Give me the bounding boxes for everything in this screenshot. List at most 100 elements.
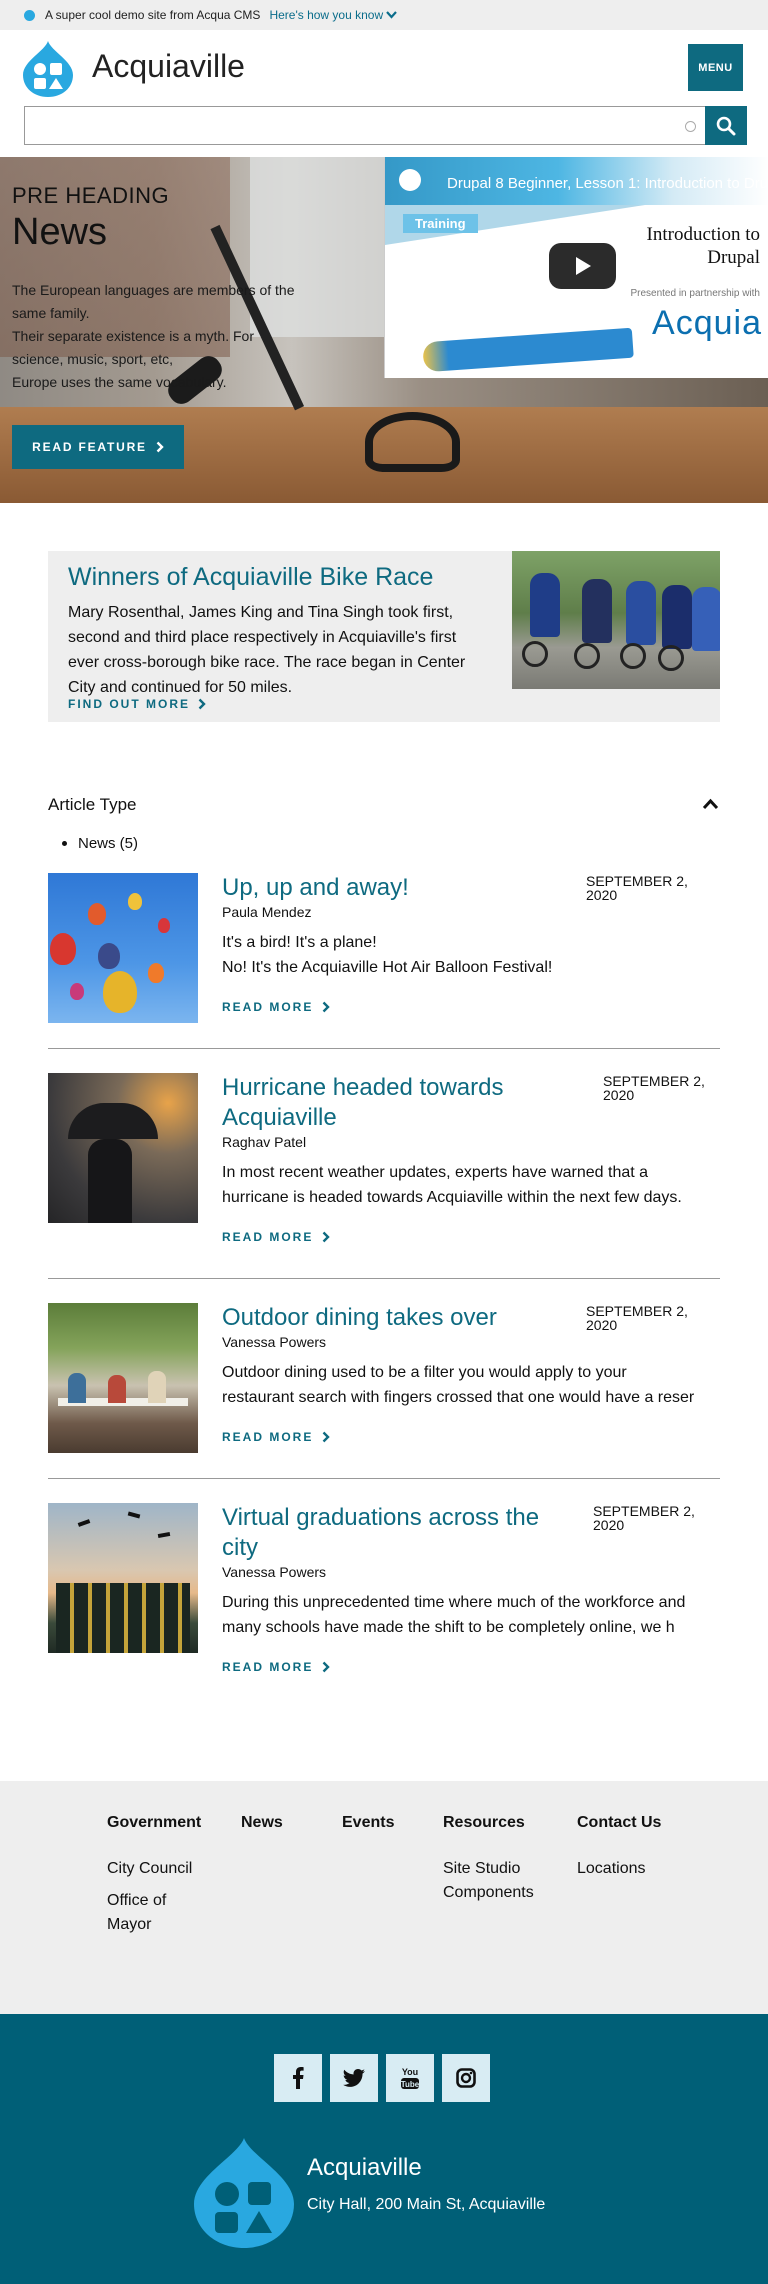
footer-heading[interactable]: Events	[342, 1814, 394, 1832]
read-more-link[interactable]: READ MORE	[222, 1430, 331, 1444]
featured-body-line: Mary Rosenthal, James King and Tina Sing…	[68, 604, 454, 621]
article-title-line[interactable]: Outdoor dining takes over	[222, 1303, 497, 1333]
article-summary: Outdoor dining used to be a filter you w…	[222, 1360, 720, 1410]
grad-cap	[77, 1519, 91, 1527]
footer-column-events: Events	[342, 1814, 394, 1832]
read-more-link[interactable]: READ MORE	[222, 1000, 331, 1014]
article-title-line[interactable]: Acquiaville	[222, 1103, 504, 1133]
read-more-label[interactable]: READ MORE	[222, 1230, 313, 1244]
article-card: Outdoor dining takes over SEPTEMBER 2, 2…	[48, 1303, 720, 1453]
article-summary-line: Outdoor dining used to be a filter you w…	[222, 1364, 627, 1381]
article-title-line[interactable]: city	[222, 1533, 539, 1563]
article-card: Up, up and away! SEPTEMBER 2, 2020 Paula…	[48, 873, 720, 1023]
read-feature-button[interactable]: READ FEATURE	[12, 425, 184, 469]
site-logo-icon[interactable]	[23, 41, 73, 97]
chevron-right-icon	[322, 1001, 331, 1013]
footer-link-city-council[interactable]: City Council	[107, 1857, 207, 1881]
hero-description-line: same family.	[12, 305, 90, 321]
article-thumbnail-graduation[interactable]	[48, 1503, 198, 1653]
article-divider	[48, 1278, 720, 1279]
read-more-label[interactable]: READ MORE	[222, 1000, 313, 1014]
video-heading: Introduction to Drupal	[647, 223, 760, 269]
article-summary: It's a bird! It's a plane! No! It's the …	[222, 930, 720, 980]
chevron-right-icon	[322, 1231, 331, 1243]
cyclist	[662, 585, 692, 649]
video-embed[interactable]: Drupal 8 Beginner, Lesson 1: Introductio…	[384, 157, 768, 378]
article-title[interactable]: Outdoor dining takes over	[222, 1303, 497, 1333]
video-heading-line: Introduction to	[646, 224, 760, 245]
read-more-link[interactable]: READ MORE	[222, 1230, 331, 1244]
hero-pre-heading: PRE HEADING	[12, 183, 170, 208]
diner	[108, 1375, 126, 1403]
article-type-heading[interactable]: Article Type	[48, 795, 137, 815]
graduates	[56, 1583, 190, 1653]
footer-link-office-of-mayor[interactable]: Office of Mayor	[107, 1889, 207, 1937]
article-title[interactable]: Hurricane headed towards Acquiaville	[222, 1073, 504, 1133]
video-title[interactable]: Drupal 8 Beginner, Lesson 1: Introductio…	[447, 175, 768, 192]
footer-site-name[interactable]: Acquiaville	[307, 2154, 422, 2182]
site-footer: You Tube Acquiaville City Hall, 200 Main…	[0, 2014, 768, 2284]
cyclist	[530, 573, 560, 637]
svg-text:You: You	[402, 2067, 418, 2077]
footer-heading[interactable]: Contact Us	[577, 1814, 661, 1832]
instagram-link[interactable]	[442, 2054, 490, 2102]
featured-card: Winners of Acquiaville Bike Race Mary Ro…	[48, 551, 720, 722]
umbrella	[68, 1103, 158, 1139]
banner-link[interactable]: Here's how you know	[269, 8, 397, 22]
menu-button[interactable]: MENU	[688, 44, 743, 91]
footer-link-locations[interactable]: Locations	[577, 1857, 661, 1881]
read-more-label[interactable]: READ MORE	[222, 1430, 313, 1444]
article-title[interactable]: Virtual graduations across the city	[222, 1503, 539, 1563]
footer-heading[interactable]: News	[241, 1814, 283, 1832]
article-thumbnail-hurricane[interactable]	[48, 1073, 198, 1223]
filter-option-news[interactable]: News (5)	[62, 835, 138, 852]
hero-heading-group: PRE HEADING News	[12, 183, 362, 254]
read-feature-label[interactable]: READ FEATURE	[32, 440, 147, 454]
featured-body-line: ever cross-borough bike race. The race b…	[68, 654, 466, 671]
balloon	[98, 943, 120, 969]
footer-link-site-studio-components[interactable]: Site Studio Components	[443, 1857, 553, 1905]
youtube-link[interactable]: You Tube	[386, 2054, 434, 2102]
banner-link-label[interactable]: Here's how you know	[269, 8, 383, 22]
chevron-up-icon[interactable]	[702, 798, 719, 810]
featured-title[interactable]: Winners of Acquiaville Bike Race	[68, 563, 433, 592]
footer-heading[interactable]: Resources	[443, 1814, 553, 1832]
find-out-more-label[interactable]: FIND OUT MORE	[68, 697, 190, 711]
article-thumbnail-balloons[interactable]	[48, 873, 198, 1023]
article-summary-line: It's a bird! It's a plane!	[222, 934, 377, 951]
footer-logo-icon[interactable]	[194, 2138, 294, 2248]
chevron-right-icon	[322, 1431, 331, 1443]
article-title-line[interactable]: Hurricane headed towards	[222, 1073, 504, 1103]
balloon	[148, 963, 164, 983]
footer-column-contact: Contact Us Locations	[577, 1814, 661, 1881]
site-name[interactable]: Acquiaville	[92, 48, 245, 85]
play-button[interactable]	[549, 243, 616, 289]
footer-heading[interactable]: Government	[107, 1814, 207, 1832]
twitter-link[interactable]	[330, 2054, 378, 2102]
find-out-more-link[interactable]: FIND OUT MORE	[68, 697, 206, 711]
article-title-line[interactable]: Up, up and away!	[222, 873, 409, 903]
cyclist	[692, 587, 720, 651]
footer-column-government: Government City Council Office of Mayor	[107, 1814, 207, 1937]
filter-option-label[interactable]: News (5)	[78, 835, 138, 852]
site-header: Acquiaville MENU	[0, 30, 768, 104]
article-date: SEPTEMBER 2, 2020	[603, 1074, 705, 1102]
search-button[interactable]	[705, 106, 747, 145]
read-more-link[interactable]: READ MORE	[222, 1660, 331, 1674]
article-title[interactable]: Up, up and away!	[222, 873, 409, 903]
info-dot-icon	[24, 9, 35, 21]
article-title-line[interactable]: Virtual graduations across the	[222, 1503, 539, 1533]
channel-avatar[interactable]	[399, 169, 421, 191]
balloon	[128, 893, 142, 910]
read-more-label[interactable]: READ MORE	[222, 1660, 313, 1674]
article-summary-line: During this unprecedented time where muc…	[222, 1594, 686, 1611]
bike-race-image	[512, 551, 720, 689]
facebook-icon	[293, 2067, 304, 2089]
hero-headphones	[365, 412, 460, 472]
play-icon	[575, 257, 591, 275]
footer-navigation: Government City Council Office of Mayor …	[0, 1781, 768, 2014]
article-date-line: 2020	[603, 1087, 635, 1103]
search-input[interactable]	[24, 106, 747, 145]
facebook-link[interactable]	[274, 2054, 322, 2102]
article-thumbnail-dining[interactable]	[48, 1303, 198, 1453]
